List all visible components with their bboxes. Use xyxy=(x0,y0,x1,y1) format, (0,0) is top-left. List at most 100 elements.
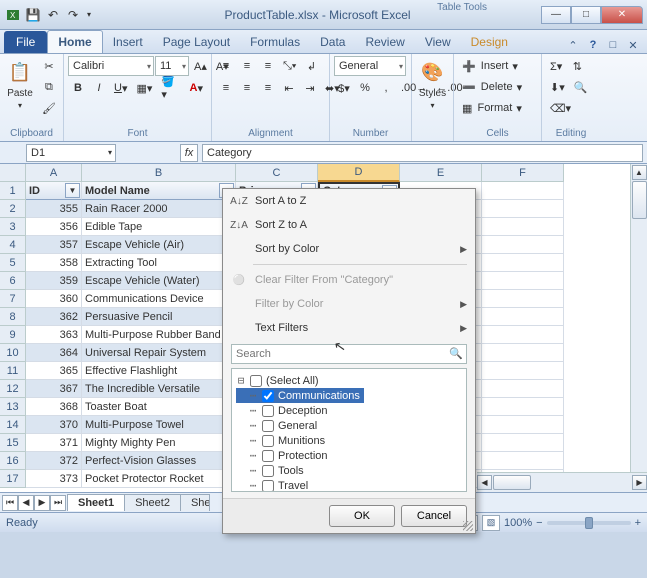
table-cell[interactable]: 357 xyxy=(26,236,82,254)
filter-item[interactable]: ⋯Tools xyxy=(236,463,462,478)
scroll-right-icon[interactable]: ▶ xyxy=(632,475,647,490)
table-cell[interactable]: Edible Tape xyxy=(82,218,236,236)
table-cell[interactable]: 355 xyxy=(26,200,82,218)
sheet-tab-3[interactable]: Sheet3 xyxy=(180,494,210,511)
row-header-17[interactable]: 17 xyxy=(0,470,26,488)
sort-filter-icon[interactable]: ⇅ xyxy=(567,56,587,76)
format-painter-icon[interactable]: 🖌 xyxy=(38,98,60,118)
table-cell[interactable]: 370 xyxy=(26,416,82,434)
table-cell[interactable]: Perfect-Vision Glasses xyxy=(82,452,236,470)
increase-indent-icon[interactable]: ⇥ xyxy=(300,78,320,98)
table-cell[interactable]: Escape Vehicle (Air) xyxy=(82,236,236,254)
align-bottom-icon[interactable]: ≡ xyxy=(258,56,278,76)
cell[interactable] xyxy=(482,182,564,200)
doc-restore-icon[interactable]: □ xyxy=(605,37,621,53)
tab-insert[interactable]: Insert xyxy=(103,31,153,53)
row-header-8[interactable]: 8 xyxy=(0,308,26,326)
filter-item[interactable]: ⋯Deception xyxy=(236,403,462,418)
cell[interactable] xyxy=(482,236,564,254)
zoom-level[interactable]: 100% xyxy=(504,517,532,529)
horizontal-scrollbar[interactable]: ◀ ▶ xyxy=(477,472,647,492)
ok-button[interactable]: OK xyxy=(329,505,395,527)
redo-icon[interactable]: ↷ xyxy=(64,6,82,24)
row-header-14[interactable]: 14 xyxy=(0,416,26,434)
doc-close-icon[interactable]: ✕ xyxy=(625,37,641,53)
maximize-button[interactable]: □ xyxy=(571,6,601,24)
paste-button[interactable]: 📋 Paste ▾ xyxy=(4,56,36,112)
tab-file[interactable]: File xyxy=(4,31,47,53)
cell[interactable] xyxy=(482,254,564,272)
filter-dropdown-icon[interactable]: ▼ xyxy=(65,183,80,198)
grow-font-icon[interactable]: A▴ xyxy=(190,56,211,76)
tab-data[interactable]: Data xyxy=(310,31,355,53)
row-header-6[interactable]: 6 xyxy=(0,272,26,290)
filter-search-input[interactable] xyxy=(231,344,467,364)
table-cell[interactable]: Multi-Purpose Rubber Band xyxy=(82,326,236,344)
minimize-button[interactable]: — xyxy=(541,6,571,24)
decrease-indent-icon[interactable]: ⇤ xyxy=(279,78,299,98)
tab-home[interactable]: Home xyxy=(47,30,102,53)
zoom-slider[interactable] xyxy=(547,521,631,525)
bold-button[interactable]: B xyxy=(68,78,88,98)
orientation-icon[interactable]: ⤡▾ xyxy=(279,56,300,76)
table-cell[interactable]: 364 xyxy=(26,344,82,362)
help-icon[interactable]: ? xyxy=(585,37,601,53)
filter-item[interactable]: ⋯Travel xyxy=(236,478,462,492)
col-header-E[interactable]: E xyxy=(400,164,482,182)
col-header-F[interactable]: F xyxy=(482,164,564,182)
table-cell[interactable]: Toaster Boat xyxy=(82,398,236,416)
align-center-icon[interactable]: ≡ xyxy=(237,78,257,98)
table-cell[interactable]: Escape Vehicle (Water) xyxy=(82,272,236,290)
fx-button[interactable]: fx xyxy=(180,144,198,162)
table-header-b[interactable]: Model Name▼ xyxy=(82,182,236,200)
row-header-2[interactable]: 2 xyxy=(0,200,26,218)
minimize-ribbon-icon[interactable]: ⌃ xyxy=(565,37,581,53)
sort-az-item[interactable]: A↓ZSort A to Z xyxy=(223,189,475,213)
sheet-tab-2[interactable]: Sheet2 xyxy=(124,494,181,511)
row-header-5[interactable]: 5 xyxy=(0,254,26,272)
table-cell[interactable]: Effective Flashlight xyxy=(82,362,236,380)
row-header-15[interactable]: 15 xyxy=(0,434,26,452)
table-cell[interactable]: 360 xyxy=(26,290,82,308)
filter-tree[interactable]: ⊟(Select All) ⋯Communications⋯Deception⋯… xyxy=(231,368,467,492)
cut-icon[interactable]: ✂ xyxy=(38,56,60,76)
clear-icon[interactable]: ⌫▾ xyxy=(546,98,575,118)
zoom-slider-thumb[interactable] xyxy=(585,517,593,529)
row-header-13[interactable]: 13 xyxy=(0,398,26,416)
cell[interactable] xyxy=(482,326,564,344)
align-middle-icon[interactable]: ≡ xyxy=(237,56,257,76)
sort-by-color-item[interactable]: Sort by Color▶ xyxy=(223,237,475,261)
table-cell[interactable]: Rain Racer 2000 xyxy=(82,200,236,218)
scroll-up-icon[interactable]: ▲ xyxy=(632,165,647,180)
zoom-in-button[interactable]: + xyxy=(635,517,641,529)
table-cell[interactable]: Universal Repair System xyxy=(82,344,236,362)
horizontal-scroll-thumb[interactable] xyxy=(493,475,531,490)
row-header-9[interactable]: 9 xyxy=(0,326,26,344)
cell[interactable] xyxy=(482,308,564,326)
underline-button[interactable]: U▾ xyxy=(110,78,131,98)
font-name-combo[interactable]: Calibri xyxy=(68,56,154,76)
comma-format-icon[interactable]: , xyxy=(376,78,396,98)
table-cell[interactable]: 362 xyxy=(26,308,82,326)
table-header-a[interactable]: ID▼ xyxy=(26,182,82,200)
styles-button[interactable]: 🎨 Styles ▾ xyxy=(416,56,449,112)
row-header-1[interactable]: 1 xyxy=(0,182,26,200)
italic-button[interactable]: I xyxy=(89,78,109,98)
cell[interactable] xyxy=(482,290,564,308)
undo-icon[interactable]: ↶ xyxy=(44,6,62,24)
col-header-B[interactable]: B xyxy=(82,164,236,182)
qat-dropdown-icon[interactable]: ▾ xyxy=(84,6,94,24)
table-cell[interactable]: Communications Device xyxy=(82,290,236,308)
vertical-scroll-thumb[interactable] xyxy=(632,181,647,219)
sheet-nav-last-icon[interactable]: ⏭ xyxy=(50,495,66,511)
filter-item[interactable]: ⋯Munitions xyxy=(236,433,462,448)
table-cell[interactable]: The Incredible Versatile xyxy=(82,380,236,398)
cell[interactable] xyxy=(482,200,564,218)
table-cell[interactable]: 356 xyxy=(26,218,82,236)
accounting-format-icon[interactable]: $▾ xyxy=(334,78,354,98)
align-left-icon[interactable]: ≡ xyxy=(216,78,236,98)
table-cell[interactable]: Extracting Tool xyxy=(82,254,236,272)
row-header-3[interactable]: 3 xyxy=(0,218,26,236)
table-cell[interactable]: 365 xyxy=(26,362,82,380)
border-button[interactable]: ▦▾ xyxy=(132,78,156,98)
